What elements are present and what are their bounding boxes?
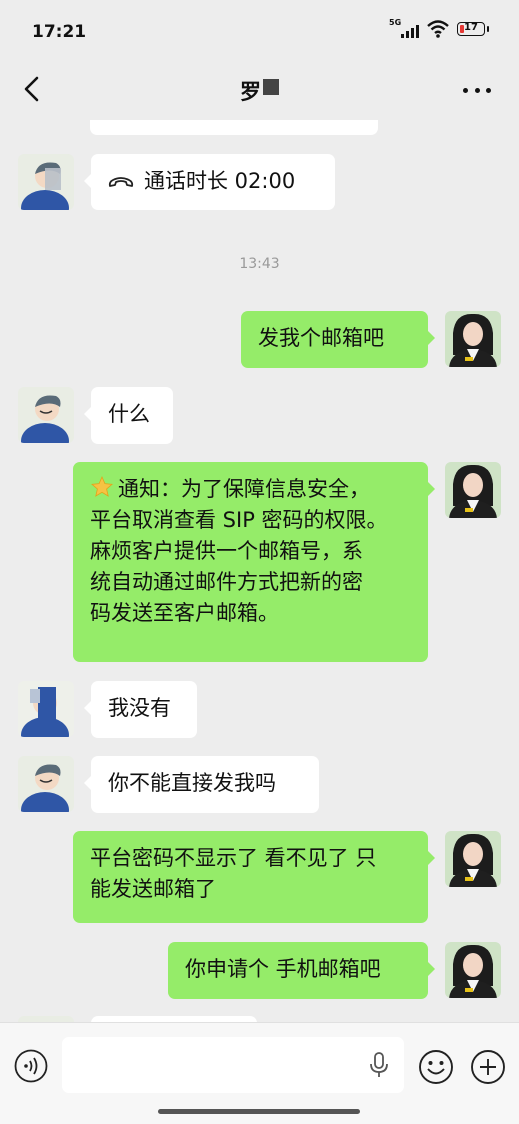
message-text: 我没有: [108, 696, 171, 720]
contact-avatar[interactable]: [18, 387, 74, 443]
more-dots-icon[interactable]: [463, 80, 491, 100]
phone-hangup-icon: [108, 177, 134, 187]
chat-header: 罗: [0, 62, 519, 120]
contact-avatar[interactable]: [18, 756, 74, 812]
chat-title: 罗: [0, 76, 519, 106]
status-bar: 17:21 5G 17: [0, 0, 519, 62]
message-bubble-partial: [90, 120, 378, 135]
contact-name: 罗: [240, 80, 261, 104]
plus-icon[interactable]: [470, 1049, 506, 1085]
contact-avatar[interactable]: [18, 154, 74, 210]
my-avatar[interactable]: [445, 462, 501, 518]
redaction-block: [263, 79, 279, 95]
message-text-line: 统自动通过邮件方式把新的密: [90, 570, 363, 594]
contact-avatar[interactable]: [18, 681, 74, 737]
battery-icon: 17: [457, 22, 489, 36]
message-text-line: 码发送至客户邮箱。: [90, 601, 279, 625]
voice-icon[interactable]: [14, 1049, 48, 1083]
message-text-line: 通知：为了保障信息安全，: [90, 474, 411, 505]
star-icon: [91, 476, 113, 497]
message-bubble[interactable]: 发我个邮箱吧: [241, 311, 435, 368]
message-text-line: 麻烦客户提供一个邮箱号，系: [90, 539, 363, 563]
emoji-icon[interactable]: [418, 1049, 454, 1085]
status-indicators: 5G 17: [389, 18, 489, 38]
message-text: 通话时长 02:00: [144, 169, 296, 193]
message-text: 你申请个 手机邮箱吧: [185, 957, 381, 981]
message-bubble[interactable]: 我没有: [84, 681, 197, 738]
message-bubble[interactable]: 你申请个 手机邮箱吧: [168, 942, 435, 999]
message-bubble[interactable]: 通话时长 02:00: [84, 154, 335, 210]
message-text: 发我个邮箱吧: [258, 326, 384, 350]
wifi-icon: [427, 20, 449, 38]
message-bubble[interactable]: 平台密码不显示了 看不见了 只 能发送邮箱了: [73, 831, 435, 923]
home-indicator[interactable]: [158, 1109, 360, 1114]
message-text: 你不能直接发我吗: [108, 771, 276, 795]
my-avatar[interactable]: [445, 311, 501, 367]
message-text-line: 平台密码不显示了 看不见了 只: [90, 846, 377, 870]
message-timestamp: 13:43: [239, 256, 280, 272]
message-bubble[interactable]: 通知：为了保障信息安全， 平台取消查看 SIP 密码的权限。 麻烦客户提供一个邮…: [73, 462, 435, 662]
network-type-label: 5G: [389, 18, 402, 27]
microphone-icon[interactable]: [368, 1051, 390, 1079]
message-text-line: 平台取消查看 SIP 密码的权限。: [90, 508, 388, 532]
message-input-bar: [0, 1022, 519, 1124]
my-avatar[interactable]: [445, 831, 501, 887]
message-input[interactable]: [62, 1037, 404, 1093]
cellular-signal-icon: 5G: [389, 18, 419, 38]
status-time: 17:21: [32, 22, 87, 42]
message-text-line: 能发送邮箱了: [90, 877, 216, 901]
message-text: 什么: [108, 402, 150, 426]
battery-level: 17: [464, 22, 478, 33]
message-bubble[interactable]: 你不能直接发我吗: [84, 756, 319, 813]
chat-message-list[interactable]: 通话时长 02:00 13:43 发我个邮箱吧 什么 通知：为了保障信息安全，: [0, 120, 519, 1022]
my-avatar[interactable]: [445, 942, 501, 998]
message-bubble[interactable]: 什么: [84, 387, 173, 444]
